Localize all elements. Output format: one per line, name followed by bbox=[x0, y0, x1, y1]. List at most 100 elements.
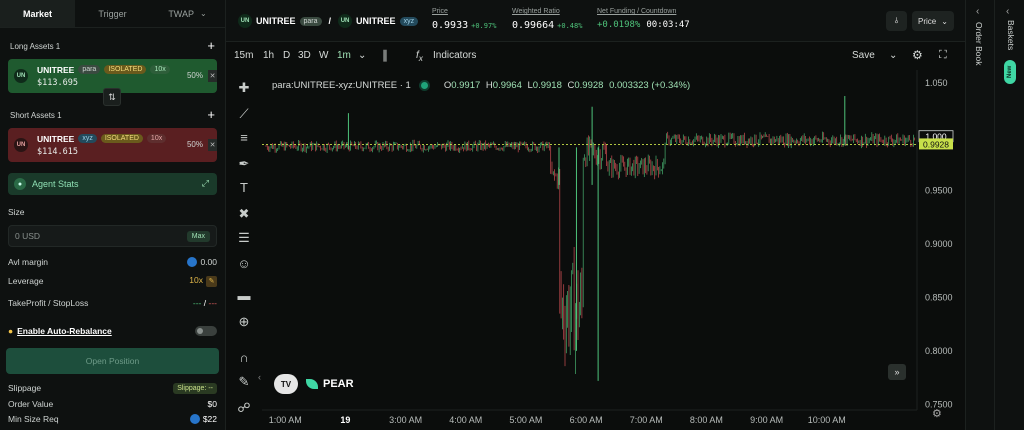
market-header: UN UNITREE para / UN UNITREE xyz Price 0… bbox=[226, 0, 965, 42]
horizontal-lines-icon[interactable]: ≡ bbox=[226, 130, 262, 145]
remove-long-asset-icon[interactable]: ✕ bbox=[208, 70, 217, 82]
margin-mode-badge[interactable]: ISOLATED bbox=[104, 65, 147, 74]
share-button[interactable]: ⫰ bbox=[886, 11, 907, 31]
robot-icon: ● bbox=[14, 178, 26, 190]
open-position-button[interactable]: Open Position bbox=[6, 348, 219, 374]
pattern-icon[interactable]: ✖ bbox=[226, 206, 262, 222]
y-tick-label: 1.050 bbox=[925, 78, 948, 88]
order-book-tab[interactable]: Order Book bbox=[974, 22, 984, 65]
take-profit-input[interactable]: --- bbox=[193, 298, 202, 308]
usdc-icon bbox=[189, 414, 200, 425]
ruler-icon[interactable]: ▬ bbox=[226, 288, 262, 303]
venue-badge: xyz bbox=[78, 134, 97, 143]
fullscreen-icon[interactable]: ⛶ bbox=[939, 49, 947, 62]
interval-1m[interactable]: 1m bbox=[337, 50, 351, 61]
price-chart[interactable]: 1.050 0.9500 0.9000 0.8500 0.8000 0.7500 1:00 … bbox=[258, 70, 965, 430]
auto-rebalance-toggle[interactable] bbox=[195, 326, 217, 336]
divider bbox=[994, 0, 995, 430]
lock-icon[interactable]: ☍ bbox=[226, 400, 262, 416]
tpsl-label: TakeProfit / StopLoss bbox=[8, 298, 89, 308]
indicators-button[interactable]: Indicators bbox=[433, 50, 476, 61]
price-label: Price bbox=[432, 8, 448, 15]
pear-brand-name: PEAR bbox=[323, 378, 354, 390]
tab-trigger[interactable]: Trigger bbox=[75, 0, 150, 27]
bulb-icon: ● bbox=[8, 326, 14, 336]
lock-drawing-icon[interactable]: ✎ bbox=[226, 374, 262, 390]
save-button[interactable]: Save bbox=[852, 50, 875, 61]
tradingview-logo[interactable]: TV bbox=[274, 374, 298, 394]
interval-w[interactable]: W bbox=[319, 50, 328, 61]
avl-margin-value: 0.00 bbox=[200, 256, 217, 267]
scroll-to-latest-button[interactable]: » bbox=[888, 364, 906, 380]
interval-1h[interactable]: 1h bbox=[263, 50, 274, 61]
tab-market[interactable]: Market bbox=[0, 0, 75, 27]
gear-icon[interactable]: ⚙ bbox=[912, 48, 923, 62]
axis-settings-icon[interactable]: ⚙ bbox=[932, 407, 942, 420]
baskets-tab[interactable]: Baskets bbox=[1006, 20, 1016, 50]
chevron-down-icon[interactable]: ⌄ bbox=[889, 50, 897, 61]
remove-short-asset-icon[interactable]: ✕ bbox=[208, 139, 217, 151]
order-value-row: Order Value $0 bbox=[0, 398, 225, 410]
tab-twap[interactable]: TWAP ⌄ bbox=[150, 0, 225, 27]
collapse-left-icon[interactable]: ‹ bbox=[976, 6, 979, 17]
emoji-icon[interactable]: ☺ bbox=[226, 256, 262, 271]
trend-line-icon[interactable]: ⟋ bbox=[226, 106, 262, 122]
stop-loss-input[interactable]: --- bbox=[209, 298, 218, 308]
leverage-value: 10x bbox=[189, 275, 203, 285]
chevron-down-icon: ⌄ bbox=[941, 16, 948, 26]
drawing-tools: ✚ ⟋ ≡ ✒ T ✖ ☰ ☺ ▬ ⊕ ∩ ✎ ☍ bbox=[226, 70, 262, 430]
auto-rebalance-label: Enable Auto-Rebalance bbox=[17, 326, 112, 336]
chevron-down-icon[interactable]: ⌄ bbox=[358, 50, 366, 61]
candle-type-icon[interactable]: ∥ bbox=[382, 48, 388, 62]
measure-lines-icon[interactable]: ☰ bbox=[226, 230, 262, 246]
right-sidebar: ‹ ‹ Order Book Baskets New bbox=[965, 0, 1024, 430]
x-tick-label: 5:00 AM bbox=[509, 415, 542, 425]
usdc-icon bbox=[187, 257, 198, 268]
order-type-tabs: Market Trigger TWAP ⌄ bbox=[0, 0, 225, 28]
ohlc-values: O0.9917 H0.9964 L0.9918 C0.9928 0.003323… bbox=[444, 80, 690, 91]
margin-mode-badge[interactable]: ISOLATED bbox=[100, 134, 143, 143]
chart-symbol: para:UNITREE-xyz:UNITREE · 1 bbox=[272, 80, 411, 91]
function-icon[interactable]: fx bbox=[416, 50, 423, 63]
text-icon[interactable]: T bbox=[226, 180, 262, 195]
price-mode-dropdown[interactable]: Price ⌄ bbox=[912, 11, 954, 31]
x-tick-label: 6:00 AM bbox=[570, 415, 603, 425]
size-input[interactable]: 0 USD Max bbox=[8, 225, 217, 247]
leverage-badge[interactable]: 10x bbox=[150, 65, 170, 74]
short-asset-card[interactable]: UN UNITREE xyz ISOLATED 10x $114.615 50%… bbox=[8, 128, 217, 162]
agent-stats-bar[interactable]: ● Agent Stats ⤢ bbox=[8, 173, 217, 195]
crosshair-icon[interactable]: ✚ bbox=[226, 80, 262, 96]
swap-sides-icon[interactable]: ⇅ bbox=[103, 88, 121, 106]
add-long-asset-icon[interactable]: + bbox=[207, 39, 215, 52]
pear-leaf-icon bbox=[306, 379, 318, 389]
add-short-asset-icon[interactable]: + bbox=[207, 108, 215, 121]
y-tick-label: 0.9000 bbox=[925, 239, 953, 249]
min-size-value: $22 bbox=[202, 413, 217, 424]
avl-margin-row: Avl margin 0.00 bbox=[0, 255, 225, 269]
interval-3d[interactable]: 3D bbox=[298, 50, 311, 61]
collapse-tools-icon[interactable]: ‹ bbox=[258, 372, 261, 382]
zoom-in-icon[interactable]: ⊕ bbox=[226, 314, 262, 330]
share-icon: ⫰ bbox=[894, 16, 899, 25]
max-button[interactable]: Max bbox=[186, 230, 210, 242]
o-value: 0.9917 bbox=[451, 80, 481, 91]
x-tick-label: 3:00 AM bbox=[389, 415, 422, 425]
edit-leverage-icon[interactable]: ✎ bbox=[206, 276, 217, 287]
collapse-right-icon[interactable]: ‹ bbox=[1006, 6, 1009, 17]
price-stat: Price 0.9933 +0.97% bbox=[432, 8, 496, 31]
interval-15m[interactable]: 15m bbox=[234, 50, 253, 61]
interval-d[interactable]: D bbox=[283, 50, 290, 61]
leverage-row: Leverage 10x ✎ bbox=[0, 274, 225, 288]
l-value: 0.9918 bbox=[532, 80, 562, 91]
leverage-badge[interactable]: 10x bbox=[146, 134, 167, 143]
h-value: 0.9964 bbox=[492, 80, 522, 91]
order-value-label: Order Value bbox=[8, 399, 54, 409]
short-weight[interactable]: 50% bbox=[187, 140, 203, 149]
long-weight[interactable]: 50% bbox=[187, 71, 203, 80]
brush-icon[interactable]: ✒ bbox=[226, 156, 262, 172]
pair-selector[interactable]: UN UNITREE para / UN UNITREE xyz bbox=[238, 14, 419, 28]
magnet-icon[interactable]: ∩ bbox=[226, 350, 262, 365]
slippage-button[interactable]: Slippage: -- bbox=[173, 382, 217, 394]
short-token-name: UNITREE bbox=[356, 16, 396, 26]
expand-icon[interactable]: ⤢ bbox=[202, 178, 209, 189]
